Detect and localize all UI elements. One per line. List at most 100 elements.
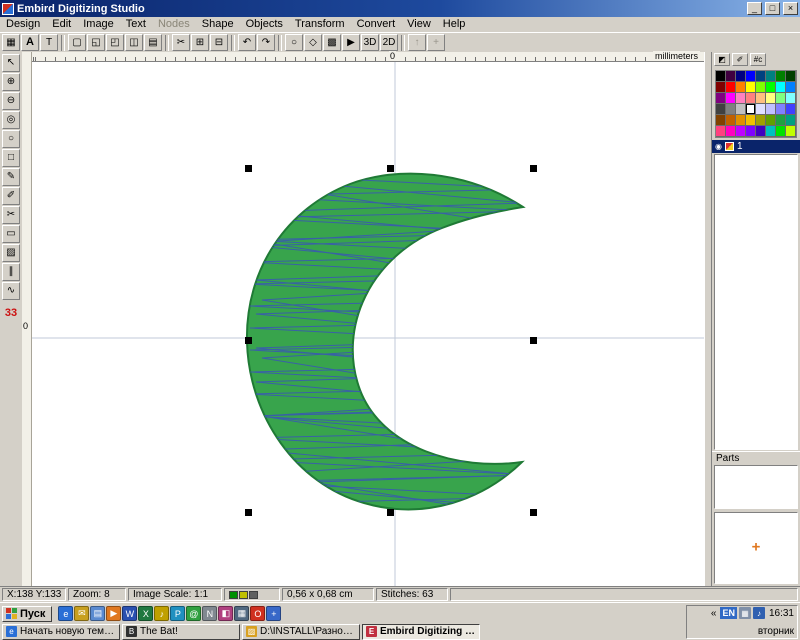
menu-edit[interactable]: Edit (46, 17, 77, 32)
palette-color-4[interactable] (756, 71, 766, 82)
copy-button[interactable]: ⊞ (191, 34, 209, 51)
palette-color-8[interactable] (716, 82, 726, 93)
minimize-button[interactable]: _ (747, 2, 762, 15)
selection-handle-se[interactable] (530, 509, 537, 516)
palette-color-17[interactable] (726, 93, 736, 104)
zoom-area-tool[interactable]: ◎ (2, 111, 20, 129)
palette-color-15[interactable] (786, 82, 796, 93)
palette-color-18[interactable] (736, 93, 746, 104)
zoom-in-tool[interactable]: ⊕ (2, 73, 20, 91)
selection-handle-w[interactable] (245, 337, 252, 344)
grid-button[interactable]: ▩ (323, 34, 341, 51)
palette-color-44[interactable] (756, 126, 766, 137)
start-button[interactable]: Пуск (2, 606, 52, 622)
new-button[interactable]: ▢ (68, 34, 86, 51)
ql-winamp-icon[interactable]: ♪ (154, 606, 169, 621)
ql-mail-icon[interactable]: ✉ (74, 606, 89, 621)
selection-handle-e[interactable] (530, 337, 537, 344)
ql-excel-icon[interactable]: X (138, 606, 153, 621)
ql-browser-icon[interactable]: O (250, 606, 265, 621)
print-button[interactable]: ▤ (144, 34, 162, 51)
menu-convert[interactable]: Convert (351, 17, 402, 32)
palette-color-9[interactable] (726, 82, 736, 93)
menu-help[interactable]: Help (437, 17, 472, 32)
palette-color-41[interactable] (726, 126, 736, 137)
ql-calc-icon[interactable]: ▦ (234, 606, 249, 621)
pattern-style-button[interactable]: ◩ (714, 53, 730, 66)
palette-color-29[interactable] (766, 104, 776, 115)
menu-objects[interactable]: Objects (240, 17, 289, 32)
palette-color-36[interactable] (756, 115, 766, 126)
merge-button[interactable]: ◰ (106, 34, 124, 51)
maximize-button[interactable]: □ (765, 2, 780, 15)
layer-row[interactable]: ◉ 1 (712, 140, 800, 153)
simulate-button[interactable]: ▶ (342, 34, 360, 51)
menu-image[interactable]: Image (77, 17, 120, 32)
task-button-0[interactable]: eНачать новую тему :: В... (2, 624, 120, 640)
fill-tool[interactable]: ▨ (2, 244, 20, 262)
selection-handle-n[interactable] (387, 165, 394, 172)
palette-color-19[interactable] (746, 93, 756, 104)
palette-color-16[interactable] (716, 93, 726, 104)
palette-color-24[interactable] (716, 104, 726, 115)
menu-transform[interactable]: Transform (289, 17, 351, 32)
rectangle-tool[interactable]: □ (2, 149, 20, 167)
tray-volume-icon[interactable]: ♪ (753, 607, 765, 619)
tray-keyboard-icon[interactable]: ▦ (739, 607, 751, 619)
palette-color-22[interactable] (776, 93, 786, 104)
palette-mode-button[interactable]: #c (750, 53, 766, 66)
palette-color-30[interactable] (776, 104, 786, 115)
task-button-1[interactable]: BThe Bat! (122, 624, 240, 640)
palette-color-35[interactable] (746, 115, 756, 126)
palette-color-6[interactable] (776, 71, 786, 82)
redo-button[interactable]: ↷ (257, 34, 275, 51)
freehand-tool[interactable]: ✎ (2, 168, 20, 186)
palette-color-42[interactable] (736, 126, 746, 137)
menu-shape[interactable]: Shape (196, 17, 240, 32)
palette-color-0[interactable] (716, 71, 726, 82)
palette-color-21[interactable] (766, 93, 776, 104)
palette-color-23[interactable] (786, 93, 796, 104)
palette-color-13[interactable] (766, 82, 776, 93)
palette-color-3[interactable] (746, 71, 756, 82)
pencil-tool[interactable]: ✐ (2, 187, 20, 205)
selection-handle-ne[interactable] (530, 165, 537, 172)
palette-color-32[interactable] (716, 115, 726, 126)
palette-color-39[interactable] (786, 115, 796, 126)
palette-color-31[interactable] (786, 104, 796, 115)
panel-splitter[interactable] (704, 52, 712, 586)
text-a-button[interactable]: A (21, 34, 39, 51)
object-list[interactable] (714, 154, 798, 450)
palette-color-11[interactable] (746, 82, 756, 93)
palette-color-28[interactable] (756, 104, 766, 115)
ql-chat-icon[interactable]: @ (186, 606, 201, 621)
task-button-2[interactable]: ▨D:\INSTALL\Разное\Embird (242, 624, 360, 640)
palette-color-38[interactable] (776, 115, 786, 126)
color-picker-button[interactable]: ✐ (732, 53, 748, 66)
parts-list[interactable] (714, 465, 798, 509)
palette-color-10[interactable] (736, 82, 746, 93)
view-3d-button[interactable]: 3D (361, 34, 379, 51)
paste-button[interactable]: ⊟ (210, 34, 228, 51)
node-edit-button[interactable]: ◇ (304, 34, 322, 51)
tray-collapse-icon[interactable]: « (709, 608, 719, 619)
save-button[interactable]: ◫ (125, 34, 143, 51)
palette-color-5[interactable] (766, 71, 776, 82)
task-button-3[interactable]: EEmbird Digitizing Stud... (362, 624, 480, 640)
eraser-tool[interactable]: ▭ (2, 225, 20, 243)
undo-button[interactable]: ↶ (238, 34, 256, 51)
zoom-out-tool[interactable]: ⊖ (2, 92, 20, 110)
palette-color-20[interactable] (756, 93, 766, 104)
palette-color-43[interactable] (746, 126, 756, 137)
palette-color-14[interactable] (776, 82, 786, 93)
knife-tool[interactable]: ✂ (2, 206, 20, 224)
ellipse-mode-button[interactable]: ○ (285, 34, 303, 51)
palette-color-12[interactable] (756, 82, 766, 93)
cut-button[interactable]: ✂ (172, 34, 190, 51)
column-tool[interactable]: ∥ (2, 263, 20, 281)
palette-color-33[interactable] (726, 115, 736, 126)
palette-color-27[interactable] (746, 104, 756, 115)
menu-text[interactable]: Text (120, 17, 152, 32)
text-t-button[interactable]: T (40, 34, 58, 51)
open-button[interactable]: ◱ (87, 34, 105, 51)
